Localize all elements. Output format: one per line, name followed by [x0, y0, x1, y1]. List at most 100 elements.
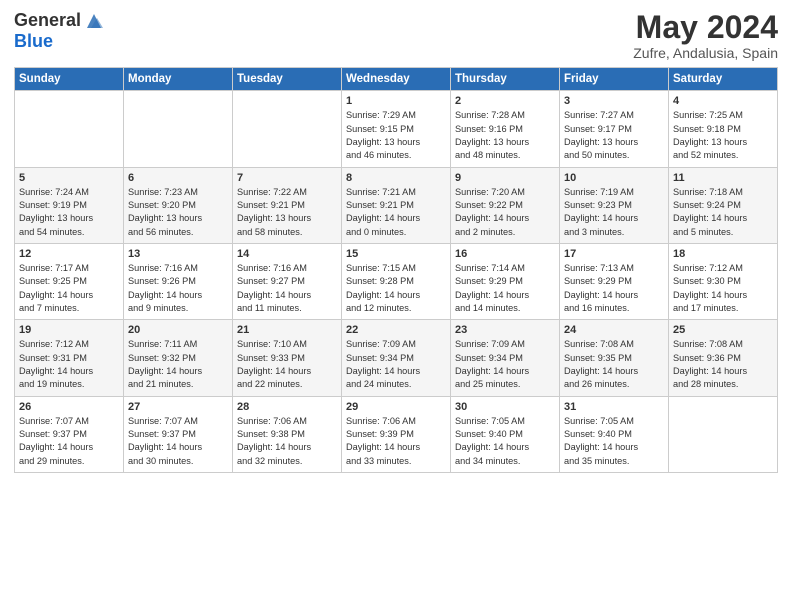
calendar-cell: 26 Sunrise: 7:07 AM Sunset: 9:37 PM Dayli…	[15, 396, 124, 472]
day-info: Sunrise: 7:08 AM Sunset: 9:35 PM Dayligh…	[564, 338, 664, 391]
day-header-saturday: Saturday	[669, 68, 778, 91]
header: General Blue May 2024 Zufre, Andalusia, …	[14, 10, 778, 61]
calendar-cell: 12Sunrise: 7:17 AM Sunset: 9:25 PM Dayli…	[15, 243, 124, 319]
day-number: 15	[346, 248, 446, 260]
day-info: Sunrise: 7:08 AM Sunset: 9:36 PM Dayligh…	[673, 338, 773, 391]
calendar-cell: 16Sunrise: 7:14 AM Sunset: 9:29 PM Dayli…	[451, 243, 560, 319]
logo-icon	[83, 10, 105, 32]
day-number: 5	[19, 172, 119, 184]
day-number: 9	[455, 172, 555, 184]
calendar-week-1: 1Sunrise: 7:29 AM Sunset: 9:15 PM Daylig…	[15, 91, 778, 167]
day-number: 20	[128, 324, 228, 336]
calendar-week-2: 5 Sunrise: 7:24 AM Sunset: 9:19 PM Daylig…	[15, 167, 778, 243]
calendar-cell	[233, 91, 342, 167]
calendar-cell: 22 Sunrise: 7:09 AM Sunset: 9:34 PM Dayli…	[342, 320, 451, 396]
day-header-wednesday: Wednesday	[342, 68, 451, 91]
day-number: 4	[673, 95, 773, 107]
day-number: 17	[564, 248, 664, 260]
day-info: Sunrise: 7:07 AM Sunset: 9:37 PM Dayligh…	[128, 415, 228, 468]
day-number: 25	[673, 324, 773, 336]
calendar-cell: 11 Sunrise: 7:18 AM Sunset: 9:24 PM Dayli…	[669, 167, 778, 243]
day-info: Sunrise: 7:22 AM Sunset: 9:21 PM Dayligh…	[237, 186, 337, 239]
day-number: 29	[346, 401, 446, 413]
logo: General Blue	[14, 10, 105, 52]
calendar-cell: 21 Sunrise: 7:10 AM Sunset: 9:33 PM Dayli…	[233, 320, 342, 396]
day-info: Sunrise: 7:13 AM Sunset: 9:29 PM Dayligh…	[564, 262, 664, 315]
calendar-cell: 17 Sunrise: 7:13 AM Sunset: 9:29 PM Dayli…	[560, 243, 669, 319]
location-title: Zufre, Andalusia, Spain	[633, 45, 778, 61]
title-block: May 2024 Zufre, Andalusia, Spain	[633, 10, 778, 61]
calendar-week-3: 12Sunrise: 7:17 AM Sunset: 9:25 PM Dayli…	[15, 243, 778, 319]
day-info: Sunrise: 7:28 AM Sunset: 9:16 PM Dayligh…	[455, 109, 555, 162]
calendar-cell: 25 Sunrise: 7:08 AM Sunset: 9:36 PM Dayli…	[669, 320, 778, 396]
day-info: Sunrise: 7:21 AM Sunset: 9:21 PM Dayligh…	[346, 186, 446, 239]
day-info: Sunrise: 7:09 AM Sunset: 9:34 PM Dayligh…	[346, 338, 446, 391]
calendar-cell: 9 Sunrise: 7:20 AM Sunset: 9:22 PM Daylig…	[451, 167, 560, 243]
day-info: Sunrise: 7:19 AM Sunset: 9:23 PM Dayligh…	[564, 186, 664, 239]
day-number: 7	[237, 172, 337, 184]
day-info: Sunrise: 7:24 AM Sunset: 9:19 PM Dayligh…	[19, 186, 119, 239]
day-info: Sunrise: 7:23 AM Sunset: 9:20 PM Dayligh…	[128, 186, 228, 239]
calendar-cell: 3 Sunrise: 7:27 AM Sunset: 9:17 PM Daylig…	[560, 91, 669, 167]
day-number: 6	[128, 172, 228, 184]
day-number: 21	[237, 324, 337, 336]
day-number: 19	[19, 324, 119, 336]
month-title: May 2024	[633, 10, 778, 45]
day-number: 2	[455, 95, 555, 107]
calendar-cell: 30 Sunrise: 7:05 AM Sunset: 9:40 PM Dayli…	[451, 396, 560, 472]
calendar-cell: 29 Sunrise: 7:06 AM Sunset: 9:39 PM Dayli…	[342, 396, 451, 472]
calendar-week-4: 19 Sunrise: 7:12 AM Sunset: 9:31 PM Dayli…	[15, 320, 778, 396]
day-info: Sunrise: 7:27 AM Sunset: 9:17 PM Dayligh…	[564, 109, 664, 162]
day-info: Sunrise: 7:06 AM Sunset: 9:38 PM Dayligh…	[237, 415, 337, 468]
day-info: Sunrise: 7:20 AM Sunset: 9:22 PM Dayligh…	[455, 186, 555, 239]
day-number: 26	[19, 401, 119, 413]
day-number: 14	[237, 248, 337, 260]
day-number: 23	[455, 324, 555, 336]
calendar-cell: 19 Sunrise: 7:12 AM Sunset: 9:31 PM Dayli…	[15, 320, 124, 396]
day-info: Sunrise: 7:18 AM Sunset: 9:24 PM Dayligh…	[673, 186, 773, 239]
day-number: 3	[564, 95, 664, 107]
day-info: Sunrise: 7:09 AM Sunset: 9:34 PM Dayligh…	[455, 338, 555, 391]
calendar-cell: 6 Sunrise: 7:23 AM Sunset: 9:20 PM Daylig…	[124, 167, 233, 243]
day-info: Sunrise: 7:06 AM Sunset: 9:39 PM Dayligh…	[346, 415, 446, 468]
day-number: 30	[455, 401, 555, 413]
day-info: Sunrise: 7:16 AM Sunset: 9:27 PM Dayligh…	[237, 262, 337, 315]
day-info: Sunrise: 7:05 AM Sunset: 9:40 PM Dayligh…	[455, 415, 555, 468]
calendar-cell: 20 Sunrise: 7:11 AM Sunset: 9:32 PM Dayli…	[124, 320, 233, 396]
day-info: Sunrise: 7:17 AM Sunset: 9:25 PM Dayligh…	[19, 262, 119, 315]
page-container: General Blue May 2024 Zufre, Andalusia, …	[0, 0, 792, 481]
day-number: 10	[564, 172, 664, 184]
calendar-cell: 7 Sunrise: 7:22 AM Sunset: 9:21 PM Daylig…	[233, 167, 342, 243]
day-number: 22	[346, 324, 446, 336]
day-info: Sunrise: 7:12 AM Sunset: 9:31 PM Dayligh…	[19, 338, 119, 391]
calendar-cell: 28Sunrise: 7:06 AM Sunset: 9:38 PM Dayli…	[233, 396, 342, 472]
calendar-cell: 2 Sunrise: 7:28 AM Sunset: 9:16 PM Daylig…	[451, 91, 560, 167]
calendar-cell: 5 Sunrise: 7:24 AM Sunset: 9:19 PM Daylig…	[15, 167, 124, 243]
day-header-thursday: Thursday	[451, 68, 560, 91]
day-number: 27	[128, 401, 228, 413]
day-info: Sunrise: 7:07 AM Sunset: 9:37 PM Dayligh…	[19, 415, 119, 468]
day-info: Sunrise: 7:11 AM Sunset: 9:32 PM Dayligh…	[128, 338, 228, 391]
calendar-cell: 8 Sunrise: 7:21 AM Sunset: 9:21 PM Daylig…	[342, 167, 451, 243]
calendar-cell: 10 Sunrise: 7:19 AM Sunset: 9:23 PM Dayli…	[560, 167, 669, 243]
day-info: Sunrise: 7:16 AM Sunset: 9:26 PM Dayligh…	[128, 262, 228, 315]
calendar-cell: 18Sunrise: 7:12 AM Sunset: 9:30 PM Dayli…	[669, 243, 778, 319]
day-info: Sunrise: 7:14 AM Sunset: 9:29 PM Dayligh…	[455, 262, 555, 315]
day-info: Sunrise: 7:12 AM Sunset: 9:30 PM Dayligh…	[673, 262, 773, 315]
calendar-cell: 4 Sunrise: 7:25 AM Sunset: 9:18 PM Daylig…	[669, 91, 778, 167]
day-info: Sunrise: 7:10 AM Sunset: 9:33 PM Dayligh…	[237, 338, 337, 391]
calendar-cell: 13Sunrise: 7:16 AM Sunset: 9:26 PM Dayli…	[124, 243, 233, 319]
day-number: 8	[346, 172, 446, 184]
day-number: 1	[346, 95, 446, 107]
day-header-sunday: Sunday	[15, 68, 124, 91]
day-info: Sunrise: 7:15 AM Sunset: 9:28 PM Dayligh…	[346, 262, 446, 315]
day-number: 31	[564, 401, 664, 413]
calendar-cell: 31Sunrise: 7:05 AM Sunset: 9:40 PM Dayli…	[560, 396, 669, 472]
calendar-cell: 27 Sunrise: 7:07 AM Sunset: 9:37 PM Dayli…	[124, 396, 233, 472]
calendar-cell	[669, 396, 778, 472]
logo-blue-text: Blue	[14, 32, 105, 52]
calendar-cell: 15 Sunrise: 7:15 AM Sunset: 9:28 PM Dayli…	[342, 243, 451, 319]
day-number: 11	[673, 172, 773, 184]
calendar-cell: 23 Sunrise: 7:09 AM Sunset: 9:34 PM Dayli…	[451, 320, 560, 396]
day-info: Sunrise: 7:25 AM Sunset: 9:18 PM Dayligh…	[673, 109, 773, 162]
